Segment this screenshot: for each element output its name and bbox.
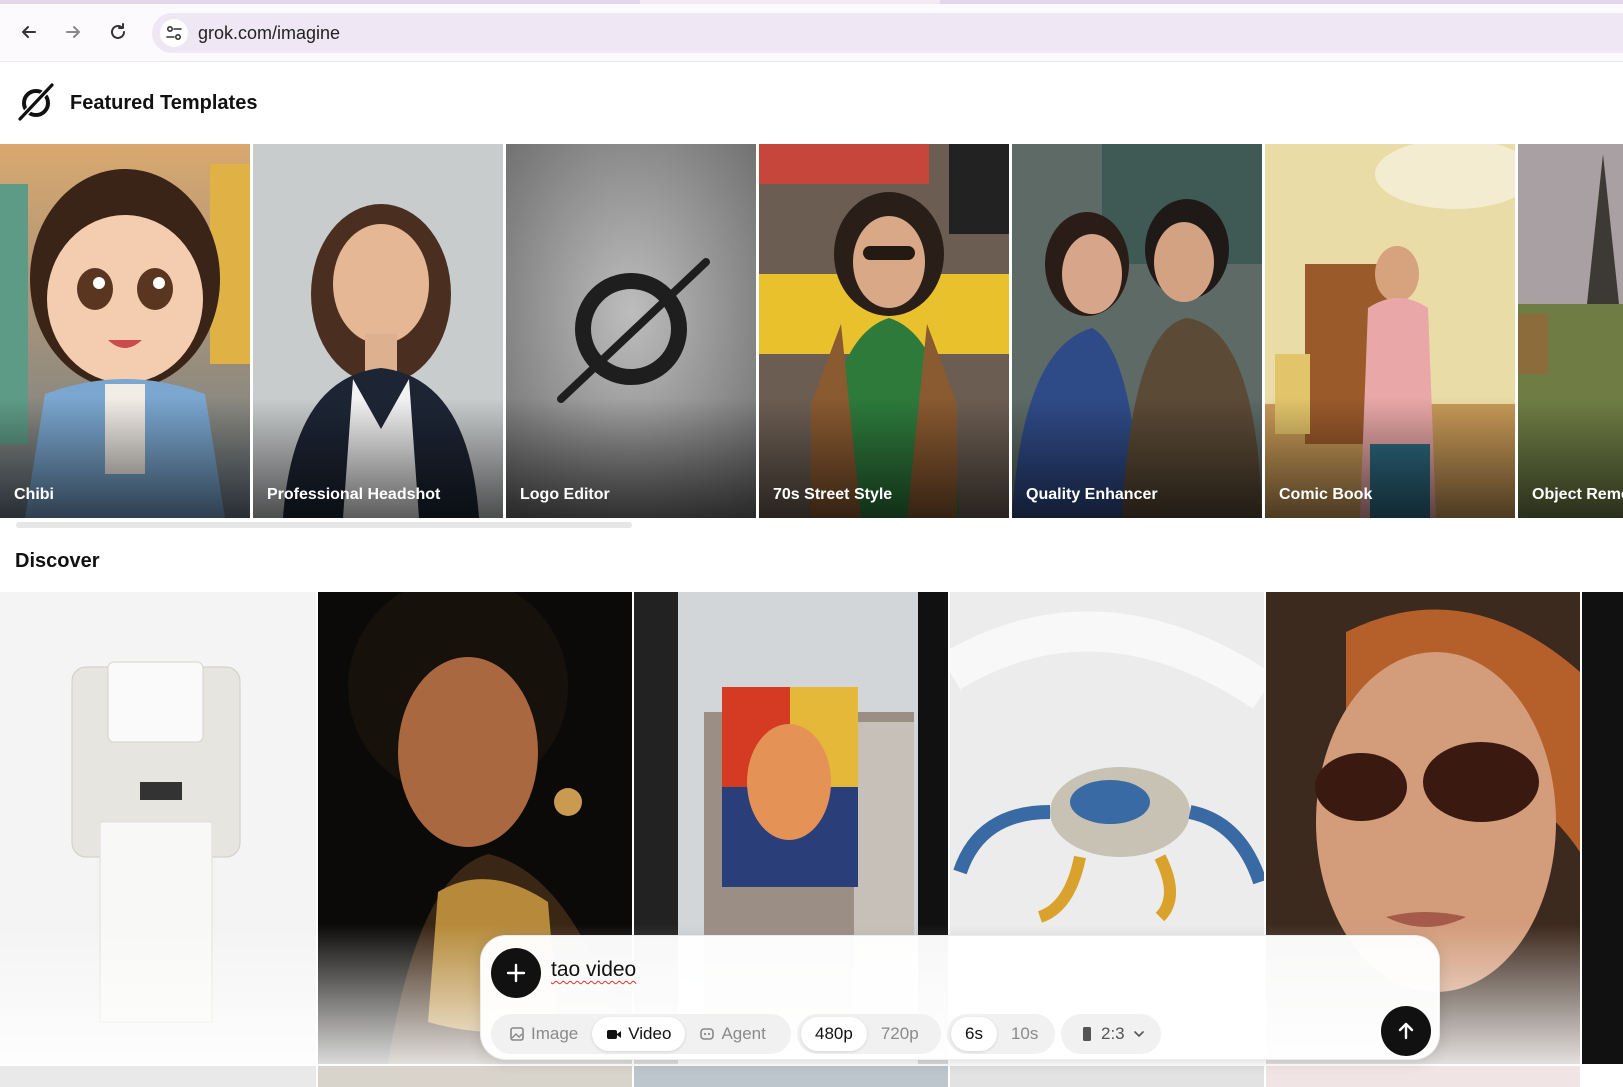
url-text[interactable]: grok.com/imagine [198,23,340,44]
mode-agent-option[interactable]: Agent [685,1017,779,1051]
template-carousel: Chibi Professional Headshot Logo Editor … [0,144,1623,518]
template-label: Chibi [14,486,54,503]
aspect-ratio-label: 2:3 [1101,1024,1125,1043]
aspect-ratio-dropdown[interactable]: 2:3 [1061,1014,1161,1054]
discover-row-two-tile[interactable] [1266,1066,1580,1087]
template-carousel-scrollbar[interactable] [16,522,632,528]
duration-6s-label: 6s [965,1024,983,1043]
attach-button[interactable] [491,948,541,998]
resolution-selector: 480p 720p [797,1014,941,1054]
agent-icon [700,1028,715,1040]
duration-10s-label: 10s [1010,1024,1039,1043]
discover-row-two-tile[interactable] [318,1066,632,1087]
template-card-70s-street-style[interactable]: 70s Street Style [759,144,1009,518]
template-card-quality-enhancer[interactable]: Quality Enhancer [1012,144,1262,518]
template-label: 70s Street Style [773,486,893,503]
mode-video-option[interactable]: Video [592,1017,686,1051]
arrow-up-icon [1398,1022,1414,1040]
discover-row-two-tile[interactable] [950,1066,1264,1087]
mode-image-label: Image [531,1024,579,1043]
resolution-720p-label: 720p [880,1024,919,1043]
plus-icon [506,963,526,983]
template-label: Object Remo [1532,486,1623,503]
resolution-480p-label: 480p [815,1024,853,1043]
page-title: Featured Templates [70,92,258,114]
template-card-comic-book[interactable]: Comic Book [1265,144,1515,518]
site-settings-icon [166,25,182,41]
resolution-480p-option[interactable]: 480p [801,1017,867,1051]
prompt-text: tao video [551,958,637,981]
reload-icon [111,23,125,39]
template-label: Quality Enhancer [1026,486,1158,503]
template-label: Professional Headshot [267,486,441,503]
template-card-chibi[interactable]: Chibi [0,144,250,518]
mode-agent-label: Agent [721,1024,766,1043]
mode-selector: Image Video Agent [491,1014,791,1054]
duration-10s-option[interactable]: 10s [997,1017,1052,1051]
aspect-ratio-option[interactable]: 2:3 [1065,1017,1161,1051]
prompt-composer: tao video Image Video Agent 480p 720p 6s… [480,935,1440,1060]
discover-item-receipt-printer[interactable] [0,592,316,1064]
duration-6s-option[interactable]: 6s [951,1017,997,1051]
template-label: Logo Editor [520,486,610,503]
discover-row-two-tile[interactable] [634,1066,948,1087]
grok-logo-icon[interactable] [16,82,56,122]
resolution-720p-option[interactable]: 720p [867,1017,933,1051]
video-camera-icon [607,1030,622,1039]
mode-video-label: Video [628,1024,672,1043]
browser-toolbar: grok.com/imagine [0,0,1623,62]
chevron-down-icon [1133,1031,1144,1038]
prompt-input[interactable]: tao video [551,958,636,982]
template-label: Comic Book [1279,486,1373,503]
send-button[interactable] [1381,1006,1431,1056]
page: grok.com/imagine Featured Templates Chib… [0,0,1623,1087]
discover-heading: Discover [15,550,100,572]
reload-button[interactable] [104,18,132,46]
mode-image-option[interactable]: Image [495,1017,592,1051]
portrait-ratio-icon [1083,1027,1091,1041]
address-bar[interactable]: grok.com/imagine [152,13,1623,53]
tab-strip [0,0,1623,4]
duration-selector: 6s 10s [947,1014,1055,1054]
forward-button[interactable] [59,18,87,46]
discover-row-two-tile[interactable] [0,1066,316,1087]
image-icon [510,1027,524,1041]
back-arrow-icon [22,26,36,38]
discover-item-partial[interactable] [1582,592,1623,1064]
forward-arrow-icon [66,26,80,38]
template-card-logo-editor[interactable]: Logo Editor [506,144,756,518]
template-card-professional-headshot[interactable]: Professional Headshot [253,144,503,518]
back-button[interactable] [15,18,43,46]
site-settings-button[interactable] [160,19,188,47]
template-card-object-remover[interactable]: Object Remo [1518,144,1623,518]
